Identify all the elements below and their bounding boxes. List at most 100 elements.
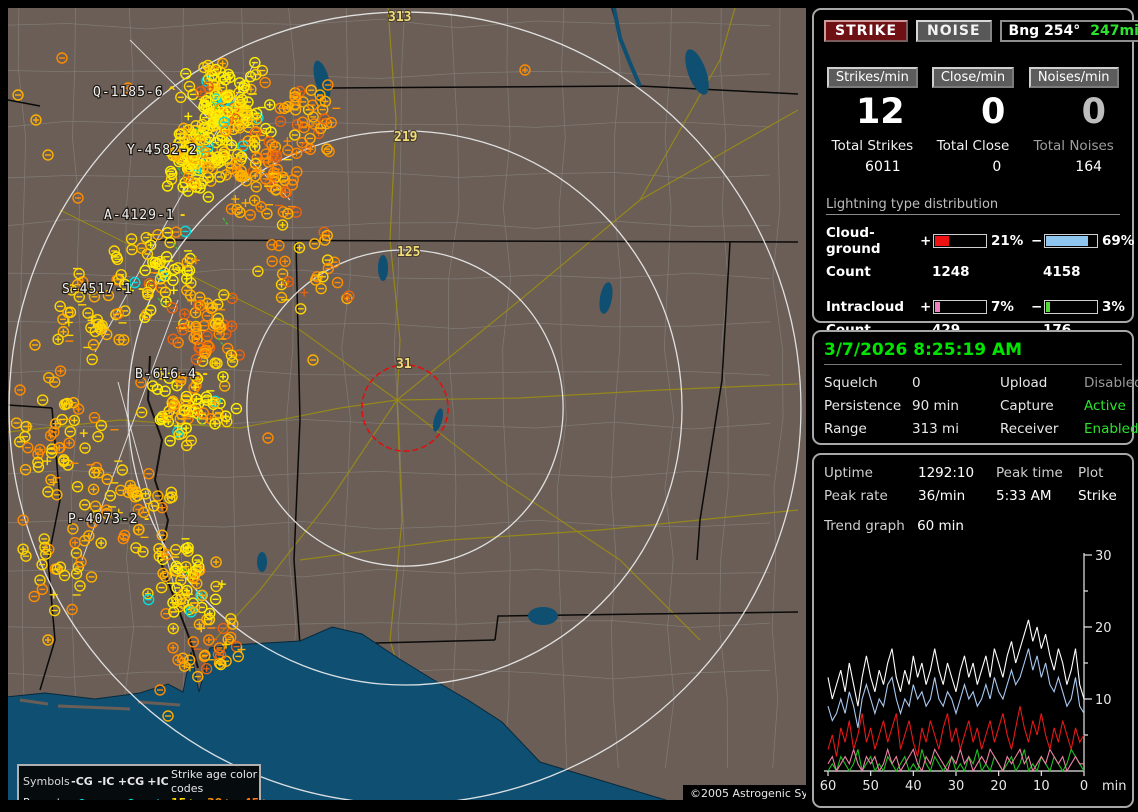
plus-sign: + <box>920 233 933 249</box>
strikes-per-min-button[interactable]: Strikes/min <box>827 67 918 88</box>
close-per-min-button[interactable]: Close/min <box>932 67 1014 88</box>
peak-time-label: Peak time <box>996 465 1078 481</box>
age-30: 30+ <box>207 796 244 800</box>
cg-minus-count: 4158 <box>1031 264 1138 280</box>
legend-col-pos-ic: +IC <box>145 775 171 789</box>
capture-label: Capture <box>1000 398 1084 414</box>
minus-sign: − <box>1031 233 1044 249</box>
legend-symbols-label: Symbols <box>23 775 69 789</box>
strikes-per-min-value: 12 <box>822 92 923 132</box>
cloud-ground-row: Cloud-ground + 21% − 69% <box>826 225 1126 257</box>
peak-time-value: 5:33 AM <box>996 488 1078 504</box>
trend-series-light-blue <box>828 649 1084 728</box>
plot-label: Plot <box>1078 465 1134 481</box>
svg-text:min: min <box>1102 779 1127 794</box>
cg-plus-percent: 21% <box>991 233 1031 249</box>
strikes-per-min-column: Strikes/min 12 Total Strikes 6011 <box>822 66 923 175</box>
total-close-value: 0 <box>923 159 1024 175</box>
radar-map[interactable]: 31321912531Q-1185-6^Y-4582-2-A-4129-1-S-… <box>8 8 806 800</box>
distribution-title: Lightning type distribution <box>826 197 1120 215</box>
range-label: Range <box>824 421 912 437</box>
squelch-value: 0 <box>912 375 1000 391</box>
cloud-ground-count-row: Count 1248 4158 <box>826 264 1126 280</box>
minus-sign: − <box>1031 299 1044 315</box>
uptime-label: Uptime <box>824 465 918 481</box>
count-label: Count <box>826 264 920 280</box>
cg-minus-bar <box>1044 234 1098 248</box>
legend-col-neg-ic: -IC <box>95 775 117 789</box>
noises-per-min-column: Noises/min 0 Total Noises 164 <box>1023 66 1124 175</box>
svg-text:S-4517-1: S-4517-1 <box>62 282 133 297</box>
noises-per-min-value: 0 <box>1023 92 1124 132</box>
legend-age-header: Strike age color codes <box>171 768 276 796</box>
plot-value[interactable]: Strike <box>1078 488 1134 504</box>
svg-text:20: 20 <box>1095 621 1112 636</box>
receiver-label: Receiver <box>1000 421 1084 437</box>
svg-text:-: - <box>179 208 188 223</box>
svg-text:125: 125 <box>397 245 420 260</box>
svg-text:Y-4582-2: Y-4582-2 <box>127 143 198 158</box>
age-45: 45+ <box>244 796 276 800</box>
session-trend-panel: Uptime 1292:10 Peak time Plot Peak rate … <box>812 453 1134 808</box>
close-per-min-value: 0 <box>923 92 1024 132</box>
age-15: 15+ <box>171 796 207 800</box>
upload-value: Disabled <box>1084 375 1138 391</box>
datetime-display: 3/7/2026 8:25:19 AM <box>824 340 1122 365</box>
svg-text:^: ^ <box>168 85 177 100</box>
ic-minus-bar <box>1044 300 1098 314</box>
total-close-label: Total Close <box>923 138 1024 154</box>
bearing-readout[interactable]: Bng 254° 247mi <box>1000 20 1138 42</box>
noise-indicator-button[interactable]: NOISE <box>916 20 991 42</box>
trend-series-pink <box>828 749 1084 771</box>
cg-plus-count: 1248 <box>920 264 1031 280</box>
peak-rate-value: 36/min <box>918 488 996 504</box>
svg-text:30: 30 <box>948 779 965 794</box>
svg-text:-: - <box>202 143 211 158</box>
copyright-notice: ©2005 Astrogenic Systems <box>683 785 806 800</box>
ic-plus-bar <box>933 300 987 314</box>
minus-icon: − <box>95 796 117 800</box>
svg-text:20: 20 <box>990 779 1007 794</box>
cloud-ground-label: Cloud-ground <box>826 225 920 257</box>
svg-text:P-4073-2: P-4073-2 <box>68 512 139 527</box>
svg-text:30: 30 <box>1095 549 1112 564</box>
svg-text:50: 50 <box>862 779 879 794</box>
trend-graph-window[interactable]: 60 min <box>917 518 964 534</box>
trend-graph: 1020306050403020100min <box>818 543 1130 803</box>
persistence-value: 90 min <box>912 398 1000 414</box>
svg-text:60: 60 <box>820 779 837 794</box>
svg-text:-: - <box>137 282 146 297</box>
svg-text:-: - <box>143 512 152 527</box>
intracloud-row: Intracloud + 7% − 3% <box>826 299 1126 315</box>
strike-indicator-button[interactable]: STRIKE <box>824 20 908 42</box>
cg-minus-percent: 69% <box>1102 233 1138 249</box>
close-per-min-column: Close/min 0 Total Close 0 <box>923 66 1024 175</box>
uptime-value: 1292:10 <box>918 465 996 481</box>
svg-text:Q-1185-6: Q-1185-6 <box>93 85 164 100</box>
upload-label: Upload <box>1000 375 1084 391</box>
svg-text:31: 31 <box>396 357 412 372</box>
ic-minus-percent: 3% <box>1102 299 1138 315</box>
noises-per-min-button[interactable]: Noises/min <box>1029 67 1119 88</box>
strike-stats-panel: STRIKE NOISE Bng 254°247mi Strikes/min 1… <box>812 8 1134 323</box>
circle-plus-icon: ⊕ <box>117 796 145 800</box>
svg-text:10: 10 <box>1095 693 1112 708</box>
svg-text:0: 0 <box>1080 779 1088 794</box>
legend-header-row: Symbols -CG -IC +CG +IC Strike age color… <box>23 768 259 796</box>
peak-rate-label: Peak rate <box>824 488 918 504</box>
total-noises-value: 164 <box>1023 159 1124 175</box>
legend-col-pos-cg: +CG <box>117 775 145 789</box>
trend-series-green <box>828 749 1084 771</box>
bearing-label: Bng 254° <box>1009 23 1081 39</box>
legend-col-neg-cg: -CG <box>69 775 95 789</box>
receiver-status-panel: 3/7/2026 8:25:19 AM Squelch 0 Upload Dis… <box>812 330 1134 445</box>
total-noises-label: Total Noises <box>1023 138 1124 154</box>
app-window: { "colors": { "accent_green": "#2ce42c",… <box>0 0 1138 812</box>
persistence-label: Persistence <box>824 398 912 414</box>
plus-icon: + <box>145 796 171 800</box>
svg-text:40: 40 <box>905 779 922 794</box>
trend-graph-label: Trend graph <box>824 518 905 534</box>
svg-text:A-4129-1: A-4129-1 <box>104 208 175 223</box>
bearing-distance: 247mi <box>1090 23 1138 39</box>
total-strikes-label: Total Strikes <box>822 138 923 154</box>
